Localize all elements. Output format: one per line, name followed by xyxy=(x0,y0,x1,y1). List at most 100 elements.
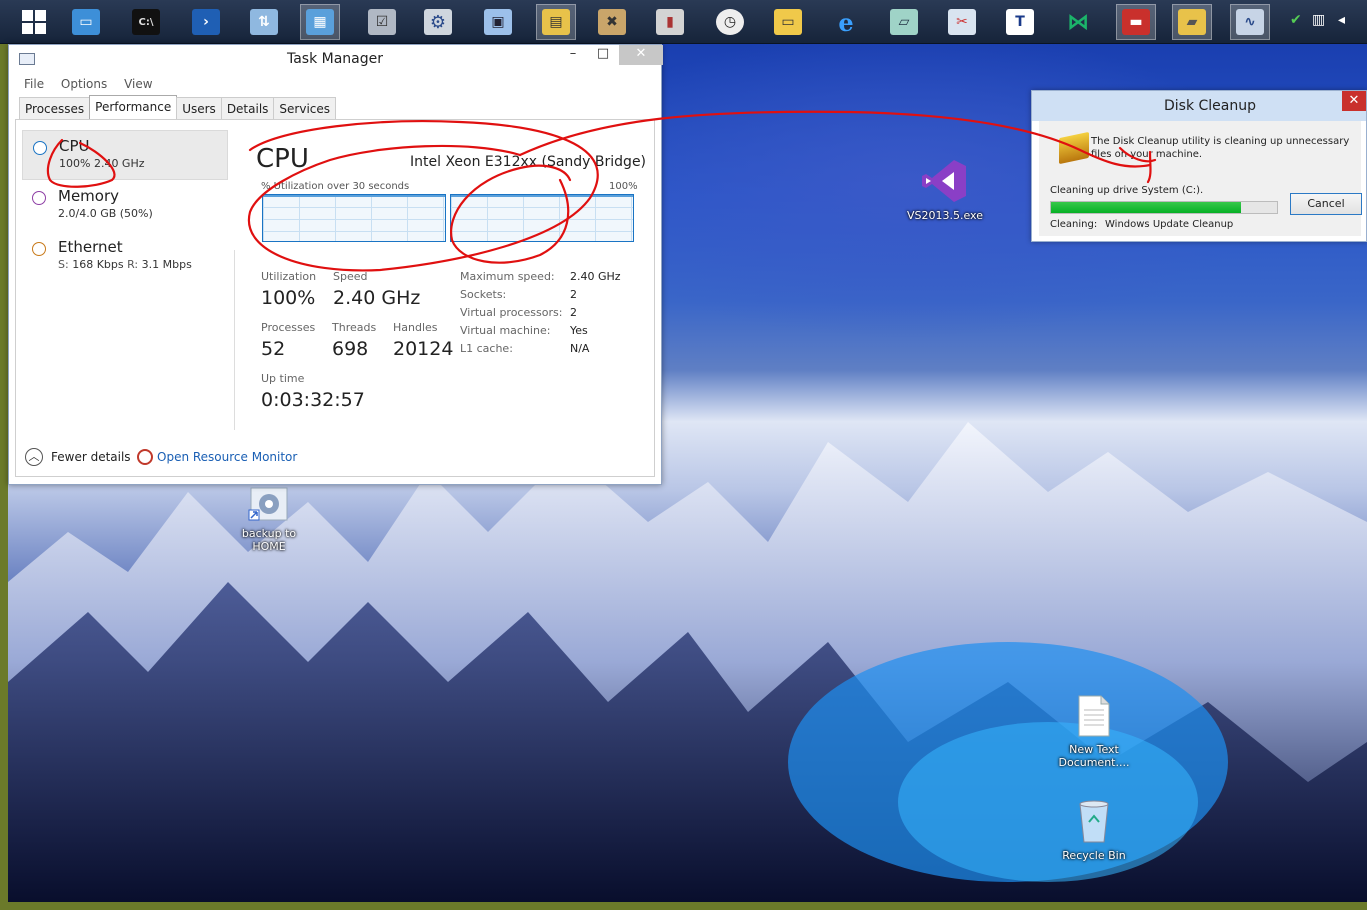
memory-indicator-icon xyxy=(32,191,46,205)
recycle-bin[interactable]: Recycle Bin xyxy=(1054,798,1134,862)
sidebar-ethernet-sub: S: 168 Kbps R: 3.1 Mbps xyxy=(58,258,192,271)
new-text-label-line1: New Text xyxy=(1069,743,1119,756)
text-file-icon xyxy=(1054,694,1134,741)
tab-strip: Processes Performance Users Details Serv… xyxy=(19,95,337,119)
disk-cleanup-window: Disk Cleanup ✕ The Disk Cleanup utility … xyxy=(1031,90,1367,242)
utilization-value: 100% xyxy=(261,287,316,309)
chevron-up-icon[interactable]: ︿ xyxy=(25,448,43,466)
sidebar-item-cpu[interactable]: CPU 100% 2.40 GHz xyxy=(22,130,228,180)
cpu-model: Intel Xeon E312xx (Sandy Bridge) xyxy=(410,154,647,170)
detail-value: Yes xyxy=(570,324,588,337)
tab-performance[interactable]: Performance xyxy=(89,95,178,119)
sidebar-cpu-name: CPU xyxy=(59,137,90,155)
clock-icon[interactable]: ◷ xyxy=(710,4,750,40)
remote-desktop-icon[interactable]: ▣ xyxy=(478,4,518,40)
windows-logo-icon[interactable] xyxy=(14,4,54,40)
word-doc-icon[interactable]: T xyxy=(1000,4,1040,40)
performance-icon[interactable]: ∿ xyxy=(1230,4,1270,40)
tray-volume-icon[interactable]: ◂ xyxy=(1338,12,1345,28)
processes-value: 52 xyxy=(261,338,286,360)
new-text-document-shortcut[interactable]: New Text Document.... xyxy=(1054,694,1134,769)
command-prompt-icon[interactable]: C:\ xyxy=(126,4,166,40)
sidebar-item-ethernet[interactable]: Ethernet S: 168 Kbps R: 3.1 Mbps xyxy=(22,232,228,282)
notepad-plus-icon[interactable]: ▱ xyxy=(884,4,924,40)
cpu-graph-line xyxy=(263,195,445,197)
task-scheduler-icon[interactable]: ☑ xyxy=(362,4,402,40)
detail-key: L1 cache: xyxy=(460,342,513,355)
tray-check-icon[interactable]: ✔ xyxy=(1290,12,1302,28)
menu-bar: File Options View xyxy=(9,75,661,97)
registry-icon[interactable]: ▮ xyxy=(650,4,690,40)
recycle-bin-label: Recycle Bin xyxy=(1062,849,1126,862)
file-explorer-icon[interactable]: ▭ xyxy=(768,4,808,40)
cleaning-label: Cleaning: xyxy=(1050,219,1098,230)
detail-key: Virtual processors: xyxy=(460,306,563,319)
disk-cleanup-titlebar[interactable]: Disk Cleanup ✕ xyxy=(1032,91,1366,121)
cpu-indicator-icon xyxy=(33,141,47,155)
utilization-label: Utilization xyxy=(261,270,317,283)
program-files-icon[interactable]: ▤ xyxy=(536,4,576,40)
tab-services[interactable]: Services xyxy=(273,97,337,119)
cancel-button[interactable]: Cancel xyxy=(1290,193,1362,215)
ethernet-receive-label: R: xyxy=(127,258,139,271)
tray-network-icon[interactable]: ▥ xyxy=(1312,12,1325,28)
menu-file[interactable]: File xyxy=(24,77,44,91)
detail-value: 2 xyxy=(570,306,577,319)
cpu-graph-line xyxy=(451,195,633,197)
threads-value: 698 xyxy=(332,338,369,360)
disk-cleanup-close-button[interactable]: ✕ xyxy=(1342,91,1366,111)
task-manager-titlebar[interactable]: Task Manager – □ ✕ xyxy=(9,45,663,75)
graph-label: % Utilization over 30 seconds xyxy=(261,181,410,192)
control-panel-icon[interactable]: ▦ xyxy=(300,4,340,40)
cpu-graph-core-2 xyxy=(450,194,634,242)
open-resource-monitor-link[interactable]: Open Resource Monitor xyxy=(157,450,297,464)
recycle-bin-icon xyxy=(1054,798,1134,847)
visual-studio-icon[interactable]: ⋈ xyxy=(1058,4,1098,40)
maximize-button[interactable]: □ xyxy=(589,45,617,65)
powershell-icon[interactable]: › xyxy=(186,4,226,40)
fewer-details-link[interactable]: Fewer details xyxy=(51,450,131,464)
disk-cleanup-taskbar-icon[interactable]: ▰ xyxy=(1172,4,1212,40)
server-manager-icon[interactable]: ▭ xyxy=(66,4,106,40)
close-button[interactable]: ✕ xyxy=(619,45,663,65)
resource-monitor-icon xyxy=(137,449,153,465)
progress-fill xyxy=(1051,202,1241,213)
menu-options[interactable]: Options xyxy=(61,77,107,91)
cpu-graph-core-1 xyxy=(262,194,446,242)
disk-cleanup-body: The Disk Cleanup utility is cleaning up … xyxy=(1039,121,1362,236)
disk-cleanup-title: Disk Cleanup xyxy=(1164,98,1257,114)
menu-view[interactable]: View xyxy=(124,77,152,91)
drive-status: Cleaning up drive System (C:). xyxy=(1050,185,1204,196)
uptime-value: 0:03:32:57 xyxy=(261,389,365,411)
sidebar-cpu-sub: 100% 2.40 GHz xyxy=(59,157,145,170)
detail-value: N/A xyxy=(570,342,590,355)
toolbox-icon[interactable]: ▬ xyxy=(1116,4,1156,40)
paint-icon[interactable]: ✂ xyxy=(942,4,982,40)
uptime-label: Up time xyxy=(261,372,305,385)
network-config-icon[interactable]: ⇅ xyxy=(244,4,284,40)
internet-explorer-icon[interactable]: e xyxy=(826,4,866,40)
graph-max-label: 100% xyxy=(609,181,638,192)
sidebar-item-memory[interactable]: Memory 2.0/4.0 GB (50%) xyxy=(22,181,228,231)
detail-key: Maximum speed: xyxy=(460,270,555,283)
minimize-button[interactable]: – xyxy=(559,45,587,65)
handles-label: Handles xyxy=(393,321,438,334)
speed-value: 2.40 GHz xyxy=(333,287,421,309)
settings-icon[interactable]: ⚙ xyxy=(418,4,458,40)
backup-label-line2: HOME xyxy=(252,540,286,553)
detail-key: Virtual machine: xyxy=(460,324,551,337)
tools-icon[interactable]: ✖ xyxy=(592,4,632,40)
disk-cleanup-icon xyxy=(1059,131,1089,165)
cleaning-item: Windows Update Cleanup xyxy=(1105,219,1234,230)
backup-shortcut[interactable]: backup to HOME xyxy=(229,486,309,553)
processes-label: Processes xyxy=(261,321,316,334)
tab-details[interactable]: Details xyxy=(220,97,275,119)
divider xyxy=(234,250,235,430)
task-manager-footer: ︿ Fewer details Open Resource Monitor xyxy=(23,448,653,472)
ethernet-receive-value: 3.1 Mbps xyxy=(141,258,192,271)
tab-processes[interactable]: Processes xyxy=(19,97,91,119)
vs-installer-shortcut[interactable]: VS2013.5.exe xyxy=(905,158,985,222)
cpu-heading: CPU xyxy=(256,144,309,174)
tab-users[interactable]: Users xyxy=(176,97,222,119)
vs-installer-label: VS2013.5.exe xyxy=(906,209,983,222)
